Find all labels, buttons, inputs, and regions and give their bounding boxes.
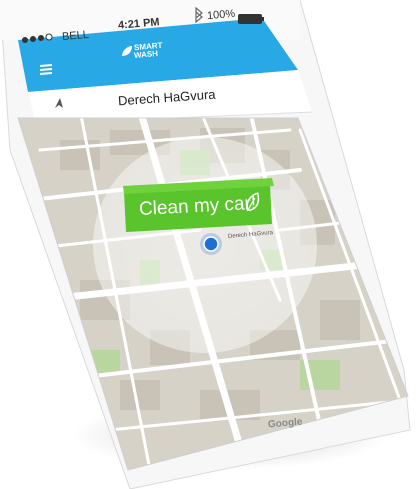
battery-icon — [238, 14, 264, 24]
promo-scene: BELL 4:21 PM 100% SMART WASH Derech HaGv… — [0, 0, 419, 489]
carrier-label: BELL — [61, 28, 90, 44]
battery-percent: 100% — [206, 7, 236, 23]
clean-my-car-button[interactable]: Clean my car! — [123, 186, 271, 228]
phone-mockup — [0, 0, 411, 489]
current-location-pin — [200, 233, 222, 255]
menu-button[interactable] — [34, 58, 58, 80]
clean-my-car-label: Clean my car! — [138, 192, 257, 221]
navigate-button[interactable] — [50, 95, 68, 113]
